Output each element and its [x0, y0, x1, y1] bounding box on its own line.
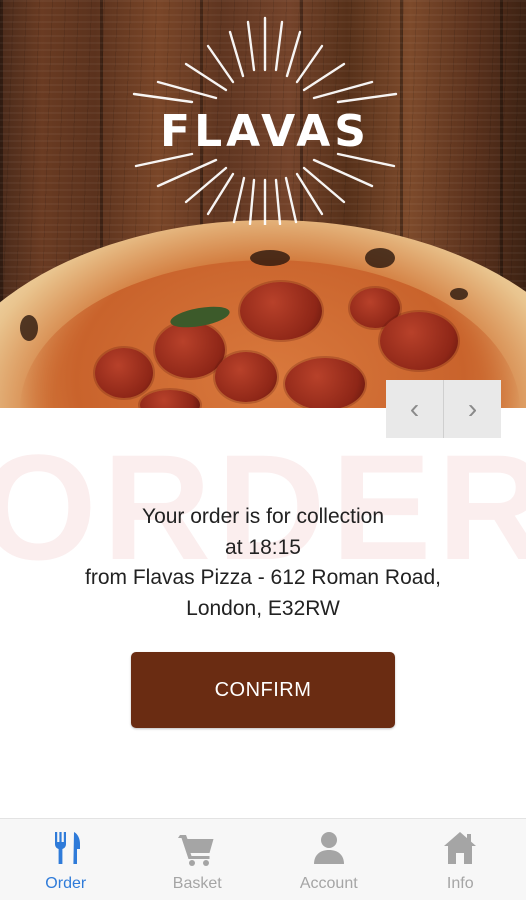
- order-location: from Flavas Pizza - 612 Roman Road,: [85, 566, 441, 589]
- fork-knife-icon: [54, 832, 80, 864]
- brand-logo: FLAVAS: [130, 10, 400, 225]
- carousel-nav: ‹ ›: [386, 380, 501, 438]
- chevron-right-icon: ›: [467, 393, 478, 424]
- tab-label: Info: [446, 875, 474, 892]
- pepperoni: [380, 312, 458, 370]
- person-icon: [313, 832, 344, 864]
- tab-label: Basket: [172, 875, 222, 892]
- bottom-tab-bar: Order Basket Account Info: [0, 818, 526, 900]
- crust-char: [365, 248, 395, 268]
- confirm-button[interactable]: CONFIRM: [131, 652, 395, 728]
- pepperoni: [155, 322, 225, 378]
- tab-order[interactable]: Order: [0, 819, 132, 900]
- crust-char: [250, 250, 290, 266]
- carousel-prev-button[interactable]: ‹: [386, 380, 443, 438]
- brand-name: FLAVAS: [160, 106, 370, 157]
- order-time: at 18:15: [225, 535, 301, 559]
- chevron-left-icon: ‹: [409, 393, 420, 424]
- tab-label: Order: [45, 875, 87, 892]
- order-info-line: Your order is for collection: [141, 505, 384, 528]
- crust-char: [20, 315, 38, 341]
- pepperoni: [285, 358, 365, 408]
- tab-basket[interactable]: Basket: [132, 819, 264, 900]
- order-summary: Your order is for collection at 18:15 fr…: [0, 502, 526, 624]
- tab-label: Account: [299, 875, 358, 892]
- pepperoni: [215, 352, 277, 402]
- crust-char: [450, 288, 468, 300]
- pepperoni: [240, 282, 322, 340]
- carousel-next-button[interactable]: ›: [443, 380, 501, 438]
- cart-icon: [178, 835, 214, 866]
- order-location-city: London, E32RW: [186, 596, 340, 620]
- home-icon: [444, 832, 477, 864]
- hero-banner: FLAVAS: [0, 0, 526, 408]
- tab-account[interactable]: Account: [263, 819, 395, 900]
- pepperoni: [95, 348, 153, 398]
- tab-info[interactable]: Info: [395, 819, 526, 900]
